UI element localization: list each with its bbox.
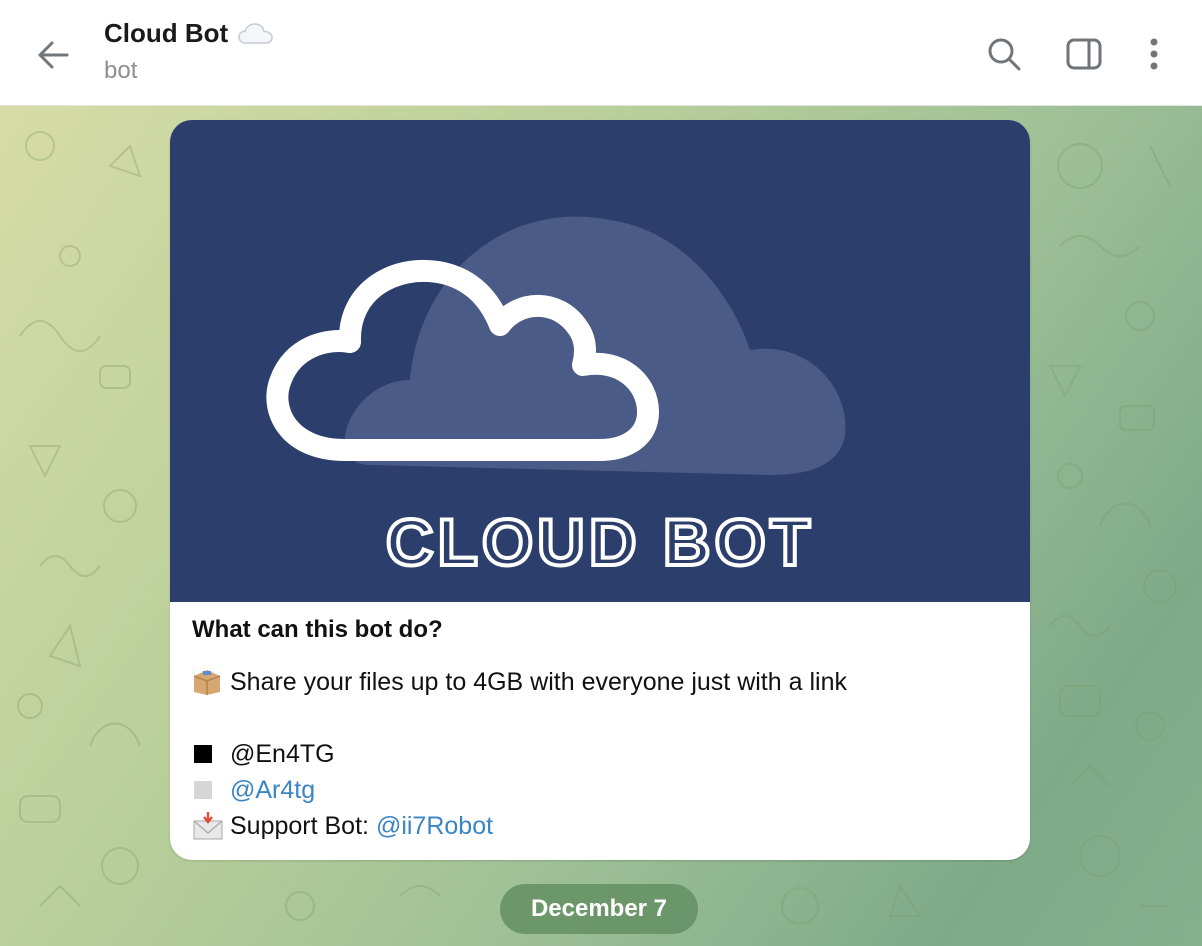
more-vertical-icon (1150, 38, 1158, 70)
black-square-icon (192, 739, 230, 769)
contact-handle-link[interactable]: @Ar4tg (230, 776, 315, 805)
contact-line-2: @Ar4tg (192, 772, 1008, 808)
chat-subtitle: bot (104, 57, 138, 84)
toggle-sidebar-button[interactable] (1060, 30, 1108, 78)
envelope-arrow-icon (192, 811, 230, 841)
chat-title: Cloud Bot (104, 18, 229, 48)
description-line: Share your files up to 4GB with everyone… (192, 664, 1008, 700)
support-prefix-text: Support Bot: (230, 811, 376, 840)
chat-header: Cloud Bot bot (0, 0, 1202, 106)
bot-info-card: CLOUD BOT What can this bot do? Share yo… (170, 120, 1030, 860)
contact-line-3: Support Bot: @ii7Robot (192, 808, 1008, 844)
cloud-icon (238, 22, 273, 44)
cloud-logo: CLOUD BOT (266, 216, 846, 581)
bot-cover-image: CLOUD BOT (170, 120, 1030, 602)
contact-handle-text: @En4TG (230, 739, 335, 768)
search-icon (988, 38, 1021, 71)
sidebar-panel-icon (1066, 38, 1102, 70)
more-options-button[interactable] (1130, 30, 1178, 78)
bot-description-text: Share your files up to 4GB with everyone… (230, 667, 847, 696)
chat-info[interactable]: Cloud Bot bot (104, 18, 274, 85)
gray-square-icon (192, 775, 230, 805)
package-icon (192, 667, 230, 697)
search-button[interactable] (980, 30, 1028, 78)
support-bot-link[interactable]: @ii7Robot (376, 812, 493, 841)
contact-line-1: @En4TG (192, 736, 1008, 772)
arrow-left-icon (38, 41, 69, 69)
bot-description-heading: What can this bot do? (192, 616, 443, 643)
back-button[interactable] (28, 30, 78, 80)
cover-logo-text: CLOUD BOT (386, 505, 814, 579)
date-separator: December 7 (500, 884, 698, 934)
chat-background: CLOUD BOT What can this bot do? Share yo… (0, 106, 1202, 946)
